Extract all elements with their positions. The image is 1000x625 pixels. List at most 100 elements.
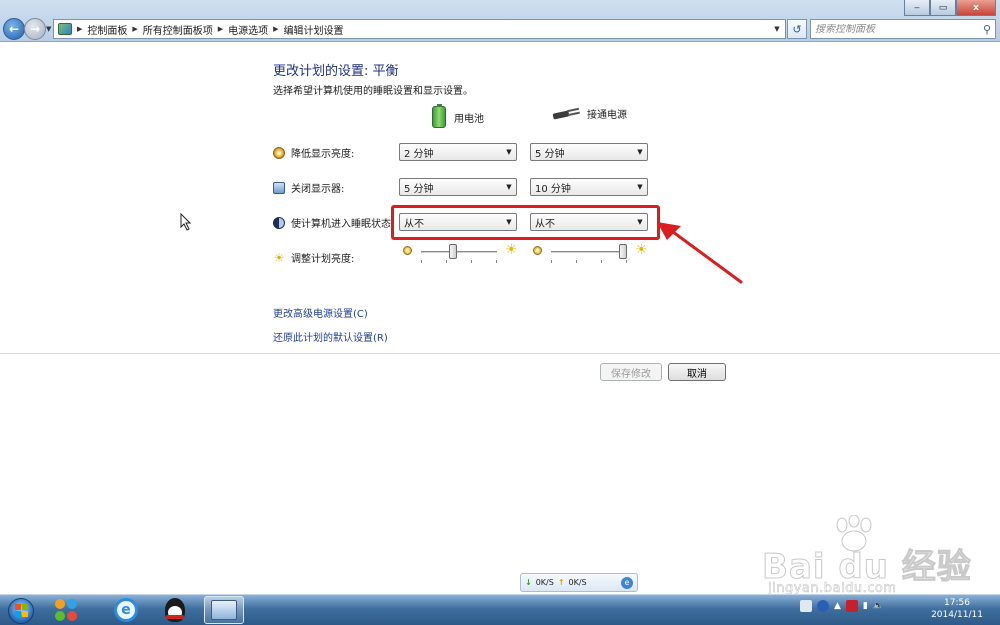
turn-off-display-plugged-select[interactable]: 10 分钟 ▼ <box>530 178 648 196</box>
slider-ticks <box>421 260 497 263</box>
search-input[interactable] <box>815 23 975 35</box>
close-button[interactable]: x <box>956 0 996 16</box>
control-panel-icon <box>58 23 72 35</box>
slider-track[interactable] <box>421 251 497 254</box>
breadcrumb-all-items[interactable]: 所有控制面板项 <box>143 22 213 37</box>
battery-icon <box>432 104 446 128</box>
dropdown-arrow-icon: ▼ <box>506 183 512 191</box>
arrow-left-icon: ← <box>8 22 20 36</box>
dim-display-icon <box>273 146 285 159</box>
refresh-button[interactable]: ↺ <box>787 19 807 39</box>
monitor-icon <box>273 181 285 194</box>
taskbar-360-button[interactable] <box>46 596 86 624</box>
ie-icon[interactable]: e <box>621 576 633 589</box>
breadcrumb-control-panel[interactable]: 控制面板 <box>87 22 127 37</box>
select-value: 5 分钟 <box>535 148 565 160</box>
address-bar[interactable]: ▶ 控制面板 ▶ 所有控制面板项 ▶ 电源选项 ▶ 编辑计划设置 ▼ <box>53 19 786 39</box>
dim-display-plugged-select[interactable]: 5 分钟 ▼ <box>530 143 648 161</box>
net-speed-widget[interactable]: ↓ 0K/S ↑ 0K/S e <box>520 573 638 592</box>
brightness-plugged-slider[interactable]: ☀ <box>533 242 649 264</box>
security-icon[interactable] <box>845 600 858 612</box>
save-button[interactable]: 保存修改 <box>600 363 662 381</box>
taskbar-ie-button[interactable]: e <box>106 596 146 624</box>
download-arrow-icon: ↓ <box>525 578 532 587</box>
window-chrome: ‒ ▭ x ← → ▼ ▶ 控制面板 ▶ 所有控制面板项 ▶ 电源选项 ▶ 编辑… <box>0 0 1000 42</box>
minimize-button[interactable]: ‒ <box>904 0 930 16</box>
row-label: 调整计划亮度: <box>291 254 355 265</box>
select-value: 5 分钟 <box>404 183 434 195</box>
row-label: 关闭显示器: <box>291 184 345 195</box>
window-controls: ‒ ▭ x <box>904 0 996 16</box>
chevron-right-icon[interactable]: ▶ <box>273 25 278 33</box>
column-label-battery: 用电池 <box>454 113 484 125</box>
annotation-arrow-icon <box>657 222 743 284</box>
dim-display-battery-select[interactable]: 2 分钟 ▼ <box>399 143 517 161</box>
restore-defaults-link[interactable]: 还原此计划的默认设置(R) <box>273 329 388 344</box>
dropdown-arrow-icon: ▼ <box>637 148 643 156</box>
slider-thumb[interactable] <box>449 244 458 259</box>
brightness-battery-slider[interactable]: ☀ <box>403 242 519 264</box>
taskbar-control-panel-button[interactable] <box>204 596 244 624</box>
chevron-right-icon[interactable]: ▶ <box>132 25 137 33</box>
brightness-icon: ☀ <box>273 250 285 265</box>
control-panel-window-icon <box>211 600 237 620</box>
bright-sun-icon: ☀ <box>505 242 518 258</box>
breadcrumb-power-options[interactable]: 电源选项 <box>228 22 268 37</box>
breadcrumb-edit-plan[interactable]: 编辑计划设置 <box>284 22 344 37</box>
clock-date: 2014/11/11 <box>931 610 983 620</box>
start-button[interactable] <box>4 595 38 625</box>
forward-button[interactable]: → <box>24 18 46 40</box>
taskbar-clock[interactable]: 17:56 2014/11/11 <box>918 597 996 621</box>
system-tray: ▲ ▮ 🔈 <box>800 600 884 612</box>
clock-time: 17:56 <box>944 598 970 608</box>
page-title: 更改计划的设置: 平衡 <box>273 64 399 79</box>
chevron-right-icon[interactable]: ▶ <box>218 25 223 33</box>
windows-logo-icon <box>8 597 34 624</box>
maximize-button[interactable]: ▭ <box>930 0 956 16</box>
dropdown-arrow-icon: ▼ <box>637 183 643 191</box>
signal-icon[interactable]: ▮ <box>863 601 868 611</box>
search-icon[interactable]: ⚲ <box>983 23 991 36</box>
chevron-right-icon[interactable]: ▶ <box>77 25 82 33</box>
dim-sun-icon <box>403 246 412 255</box>
address-dropdown-icon[interactable]: ▼ <box>769 20 785 38</box>
refresh-icon: ↺ <box>792 22 802 36</box>
divider <box>0 353 1000 354</box>
qq-penguin-icon <box>165 598 185 622</box>
search-box[interactable]: ⚲ <box>810 19 996 39</box>
slider-thumb[interactable] <box>619 244 627 259</box>
page-subtitle: 选择希望计算机使用的睡眠设置和显示设置。 <box>273 86 473 97</box>
back-button[interactable]: ← <box>3 18 25 40</box>
slider-track[interactable] <box>551 251 627 254</box>
app-360-icon <box>55 599 77 621</box>
internet-explorer-icon: e <box>114 598 138 622</box>
cancel-button[interactable]: 取消 <box>668 363 726 381</box>
power-plug-icon <box>553 108 579 120</box>
upload-arrow-icon: ↑ <box>557 578 565 587</box>
highlight-box <box>391 205 660 240</box>
advanced-settings-link[interactable]: 更改高级电源设置(C) <box>273 305 368 320</box>
row-label: 使计算机进入睡眠状态: <box>291 219 395 230</box>
upload-speed: 0K/S <box>568 578 587 587</box>
column-label-plugged: 接通电源 <box>587 110 627 121</box>
row-sleep: 使计算机进入睡眠状态: <box>273 215 394 230</box>
select-value: 10 分钟 <box>535 183 571 195</box>
download-speed: 0K/S <box>535 578 554 587</box>
taskbar-qq-button[interactable] <box>155 596 195 624</box>
row-dim-display: 降低显示亮度: <box>273 145 354 160</box>
row-label: 降低显示亮度: <box>291 149 355 160</box>
slider-ticks <box>551 260 627 263</box>
column-header-battery: 用电池 <box>432 104 484 128</box>
keyboard-icon[interactable] <box>800 600 812 612</box>
select-value: 2 分钟 <box>404 148 434 160</box>
help-icon[interactable] <box>817 600 829 612</box>
history-dropdown-icon[interactable]: ▼ <box>46 25 51 33</box>
column-header-plugged: 接通电源 <box>553 106 627 121</box>
turn-off-display-battery-select[interactable]: 5 分钟 ▼ <box>399 178 517 196</box>
arrow-right-icon: → <box>29 22 41 36</box>
sleep-icon <box>273 216 285 229</box>
row-turn-off-display: 关闭显示器: <box>273 180 344 195</box>
volume-icon[interactable]: 🔈 <box>873 601 884 611</box>
bright-sun-icon: ☀ <box>635 242 648 258</box>
chevron-up-icon[interactable]: ▲ <box>834 601 841 611</box>
